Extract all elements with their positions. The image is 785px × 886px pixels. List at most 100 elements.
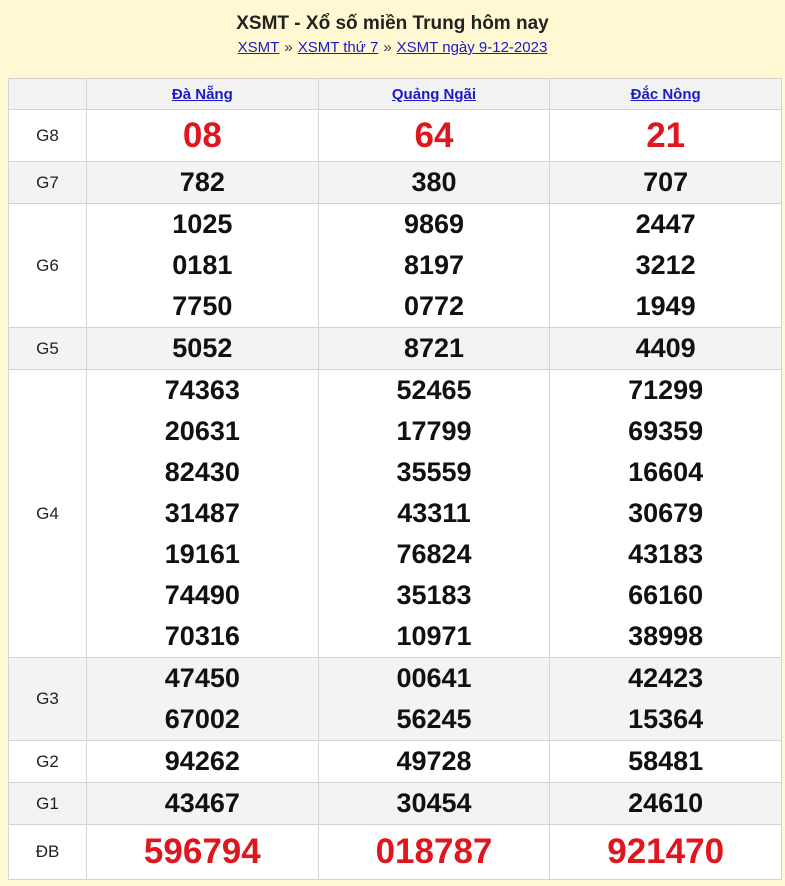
header-corner-cell bbox=[8, 78, 87, 110]
prize-label: ĐB bbox=[8, 824, 87, 880]
province-header: Đà Nẵng bbox=[86, 78, 319, 110]
result-number: 30454 bbox=[396, 788, 472, 818]
result-number: 82430 bbox=[164, 457, 240, 487]
special-prize-number: 018787 bbox=[375, 832, 493, 871]
result-number: 380 bbox=[411, 167, 457, 197]
result-number: 64 bbox=[414, 116, 454, 155]
prize-label: G2 bbox=[8, 740, 87, 783]
result-cell: 47450 67002 bbox=[86, 657, 319, 741]
result-cell: 43467 bbox=[86, 782, 319, 825]
prize-label: G4 bbox=[8, 369, 87, 658]
province-header: Quảng Ngãi bbox=[317, 78, 551, 110]
result-cell: 596794 bbox=[86, 824, 319, 880]
result-cell: 08 bbox=[86, 109, 319, 162]
special-prize-number: 921470 bbox=[607, 832, 725, 871]
prize-label: G8 bbox=[8, 109, 87, 162]
result-number: 67002 bbox=[164, 704, 240, 734]
result-cell: 782 bbox=[86, 161, 319, 204]
result-cell: 9869 8197 0772 bbox=[317, 203, 551, 328]
table-row: G7 782 380 707 bbox=[8, 161, 782, 204]
result-cell: 71299 69359 16604 30679 43183 66160 38998 bbox=[549, 369, 782, 658]
result-number: 9869 bbox=[403, 209, 465, 239]
result-number: 1949 bbox=[635, 291, 696, 321]
result-cell: 921470 bbox=[549, 824, 782, 880]
prize-label: G5 bbox=[8, 327, 87, 370]
prize-label: G7 bbox=[8, 161, 87, 204]
table-row: G1 43467 30454 24610 bbox=[8, 782, 782, 825]
result-number: 0181 bbox=[172, 250, 233, 280]
result-number: 3212 bbox=[635, 250, 696, 280]
result-number: 70316 bbox=[164, 621, 240, 651]
result-cell: 52465 17799 35559 43311 76824 35183 10971 bbox=[317, 369, 551, 658]
result-number: 782 bbox=[179, 167, 225, 197]
result-cell: 74363 20631 82430 31487 19161 74490 70316 bbox=[86, 369, 319, 658]
table-row: G5 5052 8721 4409 bbox=[8, 327, 782, 370]
result-number: 8721 bbox=[403, 333, 465, 363]
result-number: 2447 bbox=[635, 209, 696, 239]
result-number: 24610 bbox=[628, 788, 704, 818]
table-row: G4 74363 20631 82430 31487 19161 74490 70316 524… bbox=[8, 369, 782, 658]
result-cell: 64 bbox=[317, 109, 551, 162]
result-number: 08 bbox=[182, 116, 222, 155]
breadcrumb-xsmt-date[interactable]: XSMT ngày 9-12-2023 bbox=[397, 39, 548, 56]
result-cell: 49728 bbox=[317, 740, 551, 783]
result-cell: 380 bbox=[317, 161, 551, 204]
prize-label: G3 bbox=[8, 657, 87, 741]
result-number: 76824 bbox=[396, 539, 472, 569]
result-number: 43183 bbox=[628, 539, 704, 569]
lottery-page: XSMT - Xổ số miền Trung hôm nay XSMT» XSM… bbox=[0, 0, 785, 886]
result-number: 4409 bbox=[635, 333, 696, 363]
special-prize-number: 596794 bbox=[143, 832, 261, 871]
result-cell: 5052 bbox=[86, 327, 319, 370]
result-number: 74363 bbox=[164, 375, 240, 405]
result-number: 43311 bbox=[397, 498, 471, 528]
result-number: 35559 bbox=[396, 457, 472, 487]
breadcrumb-xsmt-saturday[interactable]: XSMT thứ 7 bbox=[298, 39, 379, 56]
result-number: 15364 bbox=[628, 704, 704, 734]
table-header-row: Đà Nẵng Quảng Ngãi Đắc Nông bbox=[8, 78, 782, 110]
table-row: ĐB 596794 018787 921470 bbox=[8, 824, 782, 880]
result-cell: 707 bbox=[549, 161, 782, 204]
breadcrumb-separator: » bbox=[284, 39, 293, 56]
result-number: 8197 bbox=[403, 250, 465, 280]
result-number: 35183 bbox=[396, 580, 472, 610]
result-number: 66160 bbox=[628, 580, 704, 610]
page-header: XSMT - Xổ số miền Trung hôm nay XSMT» XSM… bbox=[0, 0, 785, 70]
breadcrumb: XSMT» XSMT thứ 7» XSMT ngày 9-12-2023 bbox=[0, 39, 785, 57]
province-link-dac-nong[interactable]: Đắc Nông bbox=[631, 86, 701, 103]
result-number: 43467 bbox=[164, 788, 240, 818]
result-number: 10971 bbox=[396, 621, 472, 651]
result-number: 94262 bbox=[164, 746, 240, 776]
page-title: XSMT - Xổ số miền Trung hôm nay bbox=[236, 13, 549, 34]
result-number: 19161 bbox=[164, 539, 240, 569]
table-row: G2 94262 49728 58481 bbox=[8, 740, 782, 783]
result-number: 49728 bbox=[396, 746, 472, 776]
result-cell: 2447 3212 1949 bbox=[549, 203, 782, 328]
result-cell: 8721 bbox=[317, 327, 551, 370]
province-link-da-nang[interactable]: Đà Nẵng bbox=[172, 86, 233, 103]
result-cell: 4409 bbox=[549, 327, 782, 370]
result-number: 21 bbox=[646, 116, 686, 155]
result-number: 47450 bbox=[164, 663, 240, 693]
result-cell: 018787 bbox=[317, 824, 551, 880]
result-cell: 42423 15364 bbox=[549, 657, 782, 741]
results-table: Đà Nẵng Quảng Ngãi Đắc Nông G8 08 64 21 G7 78… bbox=[8, 78, 782, 880]
result-number: 1025 bbox=[172, 209, 233, 239]
result-number: 00641 bbox=[396, 663, 472, 693]
result-cell: 1025 0181 7750 bbox=[86, 203, 319, 328]
result-cell: 94262 bbox=[86, 740, 319, 783]
province-link-quang-ngai[interactable]: Quảng Ngãi bbox=[392, 86, 476, 103]
breadcrumb-separator: » bbox=[383, 39, 392, 56]
result-number: 69359 bbox=[628, 416, 704, 446]
prize-label: G6 bbox=[8, 203, 87, 328]
result-number: 707 bbox=[643, 167, 689, 197]
table-row: G6 1025 0181 7750 9869 8197 0772 2447 3212 1949 bbox=[8, 203, 782, 328]
result-cell: 00641 56245 bbox=[317, 657, 551, 741]
result-number: 16604 bbox=[628, 457, 704, 487]
result-number: 20631 bbox=[164, 416, 240, 446]
breadcrumb-xsmt[interactable]: XSMT bbox=[238, 39, 280, 56]
result-number: 31487 bbox=[164, 498, 240, 528]
prize-label: G1 bbox=[8, 782, 87, 825]
result-number: 42423 bbox=[628, 663, 704, 693]
prize-rows: G8 08 64 21 G7 782 380 707 G6 1025 0181 7750 9869 819… bbox=[8, 109, 782, 880]
